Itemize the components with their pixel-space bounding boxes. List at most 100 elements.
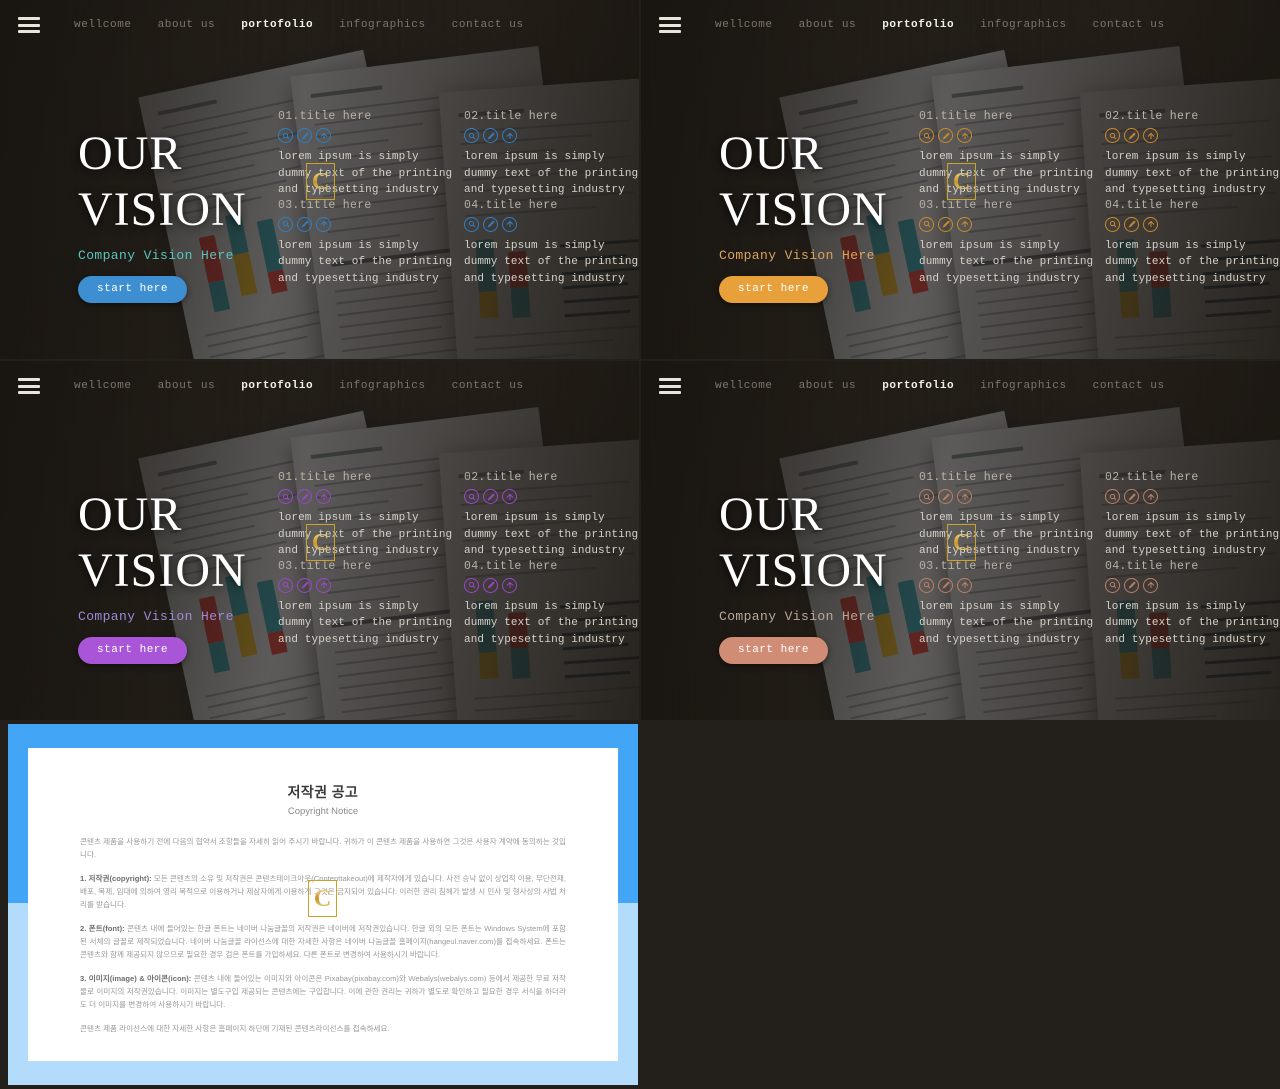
- edit-icon[interactable]: [297, 128, 312, 143]
- nav-item-about-us[interactable]: about us: [799, 19, 857, 31]
- search-icon[interactable]: [1105, 489, 1120, 504]
- share-icon[interactable]: [316, 128, 331, 143]
- feature-body: lorem ipsum is simply dummy text of the …: [464, 151, 639, 196]
- nav-item-infographics[interactable]: infographics: [339, 380, 425, 392]
- feature-card: 02.title here lorem ipsum is simply dummy…: [1105, 471, 1280, 560]
- share-icon[interactable]: [502, 577, 517, 593]
- start-here-button[interactable]: start here: [719, 276, 829, 303]
- search-icon[interactable]: [464, 128, 479, 143]
- share-icon[interactable]: [957, 577, 972, 593]
- search-icon[interactable]: [1105, 216, 1120, 232]
- nav-item-contact-us[interactable]: contact us: [452, 19, 524, 31]
- feature-title: 04.title here: [464, 198, 558, 212]
- hero-block: OUR VISION Company Vision Here start here: [719, 126, 919, 303]
- edit-icon[interactable]: [483, 489, 498, 504]
- screenshot-root: wellcome about us portofolio infographics co…: [0, 0, 1280, 1089]
- search-icon[interactable]: [278, 489, 293, 504]
- share-icon[interactable]: [502, 489, 517, 504]
- slide-variant-salmon: wellcome about us portofolio infographics co…: [641, 361, 1280, 720]
- share-icon[interactable]: [1143, 128, 1158, 143]
- nav-item-portofolio[interactable]: portofolio: [241, 380, 313, 392]
- edit-icon[interactable]: [938, 128, 953, 143]
- feature-icon-row: [464, 489, 639, 504]
- nav-item-wellcome[interactable]: wellcome: [715, 380, 773, 392]
- copyright-watermark: C: [947, 524, 976, 561]
- title-line-1: OUR: [719, 488, 824, 541]
- feature-card: 04.title here lorem ipsum is simply dummy…: [1105, 560, 1280, 649]
- nav-item-about-us[interactable]: about us: [158, 19, 216, 31]
- edit-icon[interactable]: [297, 216, 312, 232]
- search-icon[interactable]: [464, 216, 479, 232]
- hamburger-icon[interactable]: [18, 17, 40, 33]
- watermark-letter: C: [952, 168, 971, 195]
- nav-item-portofolio[interactable]: portofolio: [882, 380, 954, 392]
- edit-icon[interactable]: [1124, 128, 1139, 143]
- search-icon[interactable]: [1105, 128, 1120, 143]
- feature-body: lorem ipsum is simply dummy text of the …: [278, 600, 453, 646]
- nav-item-wellcome[interactable]: wellcome: [74, 380, 132, 392]
- slide-variant-blue: wellcome about us portofolio infographics co…: [0, 0, 639, 359]
- feature-title: 04.title here: [464, 559, 558, 573]
- share-icon[interactable]: [502, 128, 517, 143]
- share-icon[interactable]: [1143, 216, 1158, 232]
- nav-item-about-us[interactable]: about us: [158, 380, 216, 392]
- search-icon[interactable]: [919, 577, 934, 593]
- share-icon[interactable]: [316, 489, 331, 504]
- nav-item-wellcome[interactable]: wellcome: [715, 19, 773, 31]
- edit-icon[interactable]: [1124, 577, 1139, 593]
- edit-icon[interactable]: [483, 216, 498, 232]
- edit-icon[interactable]: [483, 577, 498, 593]
- share-icon[interactable]: [1143, 577, 1158, 593]
- nav-item-contact-us[interactable]: contact us: [452, 380, 524, 392]
- search-icon[interactable]: [278, 216, 293, 232]
- edit-icon[interactable]: [938, 577, 953, 593]
- nav-item-contact-us[interactable]: contact us: [1093, 380, 1165, 392]
- nav-item-portofolio[interactable]: portofolio: [882, 19, 954, 31]
- feature-icon-row: [278, 128, 458, 143]
- edit-icon[interactable]: [297, 489, 312, 504]
- start-here-button[interactable]: start here: [719, 637, 829, 664]
- edit-icon[interactable]: [938, 489, 953, 504]
- hamburger-icon[interactable]: [659, 17, 681, 33]
- share-icon[interactable]: [957, 489, 972, 504]
- nav-item-contact-us[interactable]: contact us: [1093, 19, 1165, 31]
- share-icon[interactable]: [957, 128, 972, 143]
- edit-icon[interactable]: [1124, 489, 1139, 504]
- share-icon[interactable]: [316, 577, 331, 593]
- feature-icon-row: [464, 577, 639, 593]
- start-here-button[interactable]: start here: [78, 637, 188, 664]
- search-icon[interactable]: [464, 577, 479, 593]
- hamburger-icon[interactable]: [18, 378, 40, 394]
- share-icon[interactable]: [316, 216, 331, 232]
- copyright-paragraph-text: 콘텐츠 제품 라이선스에 대한 자세한 사항은 홈페이지 하단에 기재된 콘텐츠…: [80, 1024, 390, 1033]
- search-icon[interactable]: [278, 128, 293, 143]
- search-icon[interactable]: [919, 489, 934, 504]
- nav-item-wellcome[interactable]: wellcome: [74, 19, 132, 31]
- share-icon[interactable]: [502, 216, 517, 232]
- nav-item-infographics[interactable]: infographics: [980, 19, 1066, 31]
- title-line-1: OUR: [719, 127, 824, 180]
- search-icon[interactable]: [464, 489, 479, 504]
- share-icon[interactable]: [957, 216, 972, 232]
- hamburger-icon[interactable]: [659, 378, 681, 394]
- slide-variant-orange: wellcome about us portofolio infographics co…: [641, 0, 1280, 359]
- edit-icon[interactable]: [483, 128, 498, 143]
- nav-item-infographics[interactable]: infographics: [980, 380, 1066, 392]
- nav-item-about-us[interactable]: about us: [799, 380, 857, 392]
- start-here-button[interactable]: start here: [78, 276, 188, 303]
- search-icon[interactable]: [919, 128, 934, 143]
- feature-icon-row: [278, 216, 458, 232]
- hero-block: OUR VISION Company Vision Here start here: [719, 487, 919, 664]
- watermark-letter: C: [311, 168, 330, 195]
- edit-icon[interactable]: [938, 216, 953, 232]
- search-icon[interactable]: [919, 216, 934, 232]
- edit-icon[interactable]: [297, 577, 312, 593]
- search-icon[interactable]: [278, 577, 293, 593]
- share-icon[interactable]: [1143, 489, 1158, 504]
- nav-item-portofolio[interactable]: portofolio: [241, 19, 313, 31]
- nav-item-infographics[interactable]: infographics: [339, 19, 425, 31]
- copyright-watermark: C: [308, 880, 337, 917]
- search-icon[interactable]: [1105, 577, 1120, 593]
- feature-title: 02.title here: [1105, 110, 1199, 123]
- edit-icon[interactable]: [1124, 216, 1139, 232]
